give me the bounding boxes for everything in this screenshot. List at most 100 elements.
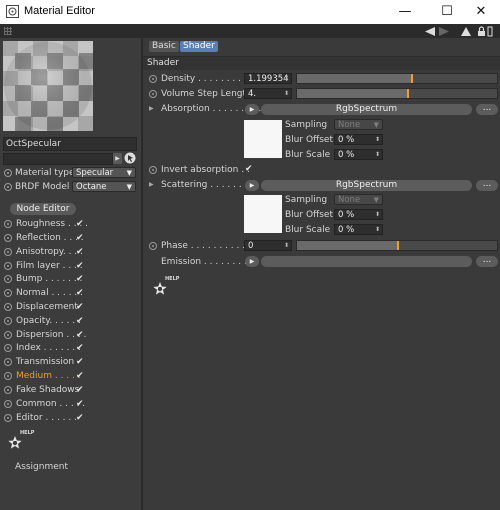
channel-checkbox[interactable]: ✔ xyxy=(76,343,84,353)
radio-icon[interactable] xyxy=(4,331,12,339)
spinner-icon[interactable]: ⬍ xyxy=(375,135,380,145)
density-slider[interactable] xyxy=(296,73,498,84)
scattering-blur-scale-input[interactable]: 0 % ⬍ xyxy=(334,224,383,235)
brdf-dropdown[interactable]: Octane ▼ xyxy=(72,181,136,192)
channel-label: Reflection xyxy=(16,233,61,243)
brdf-label: BRDF Model xyxy=(15,182,70,192)
radio-icon[interactable] xyxy=(4,220,12,228)
close-button[interactable]: ✕ xyxy=(462,0,500,24)
radio-icon[interactable] xyxy=(4,386,12,394)
scattering-blur-offset-input[interactable]: 0 % ⬍ xyxy=(334,209,383,220)
radio-icon[interactable] xyxy=(4,344,12,352)
lock-icon[interactable] xyxy=(478,26,485,36)
volume-input[interactable]: 4. ⬍ xyxy=(244,88,292,99)
phase-slider[interactable] xyxy=(296,240,498,251)
spinner-icon[interactable]: ⬍ xyxy=(284,241,289,251)
spinner-icon[interactable]: ⬍ xyxy=(375,225,380,235)
radio-icon[interactable] xyxy=(4,358,12,366)
density-input[interactable]: 1.199354 ⬍ xyxy=(244,73,292,84)
channel-label: Editor xyxy=(16,413,43,423)
spinner-icon[interactable]: ⬍ xyxy=(375,210,380,220)
assignment-label[interactable]: Assignment xyxy=(15,462,68,472)
scattering-preview-swatch[interactable] xyxy=(244,195,282,233)
phase-slider-knob[interactable] xyxy=(397,241,399,250)
channel-checkbox[interactable]: ✔ xyxy=(76,316,84,326)
expand-triangle-icon[interactable]: ▶ xyxy=(149,181,154,188)
absorption-more-button[interactable]: ... xyxy=(476,104,498,115)
absorption-sampling-dropdown[interactable]: None ▼ xyxy=(334,119,383,130)
channel-checkbox[interactable]: ✔ xyxy=(76,413,84,423)
scattering-more-button[interactable]: ... xyxy=(476,180,498,191)
channel-dots: . . . . . . . xyxy=(40,343,81,353)
scattering-sampling-dropdown[interactable]: None ▼ xyxy=(334,194,383,205)
material-preview[interactable] xyxy=(3,41,93,131)
minimize-button[interactable]: — xyxy=(386,0,424,24)
emission-shader-button[interactable] xyxy=(261,256,472,267)
invert-checkbox[interactable]: ✔ xyxy=(245,164,253,174)
brdf-radio[interactable] xyxy=(4,183,12,191)
material-name-field[interactable]: OctSpecular xyxy=(3,137,137,151)
spinner-icon[interactable]: ⬍ xyxy=(284,74,289,84)
channel-checkbox[interactable]: ✔ xyxy=(76,302,84,312)
channel-checkbox[interactable]: ✔ xyxy=(76,357,84,367)
density-radio[interactable] xyxy=(149,75,157,83)
channel-checkbox[interactable]: ✔ xyxy=(76,233,84,243)
phase-radio[interactable] xyxy=(149,242,157,250)
forward-arrow-icon[interactable] xyxy=(439,27,449,36)
channel-checkbox[interactable]: ✔ xyxy=(76,371,84,381)
channel-checkbox[interactable]: ✔ xyxy=(76,288,84,298)
up-arrow-icon[interactable] xyxy=(461,27,471,36)
back-arrow-icon[interactable] xyxy=(425,27,435,36)
absorption-blur-offset-input[interactable]: 0 % ⬍ xyxy=(334,134,383,145)
spinner-icon[interactable]: ⬍ xyxy=(284,89,289,99)
radio-icon[interactable] xyxy=(4,400,12,408)
tab-shader[interactable]: Shader xyxy=(180,41,218,52)
density-slider-knob[interactable] xyxy=(411,74,413,83)
channel-checkbox[interactable]: ✔ xyxy=(76,247,84,257)
radio-icon[interactable] xyxy=(4,275,12,283)
channel-checkbox[interactable]: ✔ xyxy=(76,219,84,229)
invert-radio[interactable] xyxy=(149,166,157,174)
scattering-arrow-button[interactable]: ▶ xyxy=(245,180,259,191)
material-type-dropdown[interactable]: Specular ▼ xyxy=(72,167,136,178)
expand-icon[interactable] xyxy=(487,26,493,37)
radio-icon[interactable] xyxy=(4,414,12,422)
spinner-icon[interactable]: ⬍ xyxy=(375,150,380,160)
absorption-shader-button[interactable]: RgbSpectrum xyxy=(261,104,472,115)
channel-checkbox[interactable]: ✔ xyxy=(76,274,84,284)
phase-input[interactable]: 0 ⬍ xyxy=(244,240,292,251)
absorption-blur-scale-input[interactable]: 0 % ⬍ xyxy=(334,149,383,160)
radio-icon[interactable] xyxy=(4,262,12,270)
scattering-blur-offset-label: Blur Offset xyxy=(285,210,333,220)
volume-slider[interactable] xyxy=(296,88,498,99)
expand-triangle-icon[interactable]: ▶ xyxy=(149,105,154,112)
channel-checkbox[interactable]: ✔ xyxy=(76,261,84,271)
channel-checkbox[interactable]: ✔ xyxy=(76,399,84,409)
emission-more-button[interactable]: ... xyxy=(476,256,498,267)
channel-checkbox[interactable]: ✔ xyxy=(76,330,84,340)
octane-help-icon[interactable]: HELP xyxy=(149,274,183,300)
scattering-shader-button[interactable]: RgbSpectrum xyxy=(261,180,472,191)
material-type-radio[interactable] xyxy=(4,169,12,177)
app-icon xyxy=(6,5,19,18)
absorption-arrow-button[interactable]: ▶ xyxy=(245,104,259,115)
volume-slider-knob[interactable] xyxy=(407,89,409,98)
radio-icon[interactable] xyxy=(4,248,12,256)
radio-icon[interactable] xyxy=(4,303,12,311)
maximize-button[interactable]: ☐ xyxy=(428,0,466,24)
octane-help-icon[interactable]: HELP xyxy=(4,428,38,454)
radio-icon[interactable] xyxy=(4,372,12,380)
absorption-preview-swatch[interactable] xyxy=(244,120,282,158)
emission-arrow-button[interactable]: ▶ xyxy=(245,256,259,267)
volume-radio[interactable] xyxy=(149,90,157,98)
tab-basic[interactable]: Basic xyxy=(149,41,179,52)
cursor-pick-icon[interactable] xyxy=(124,152,136,164)
radio-icon[interactable] xyxy=(4,289,12,297)
radio-icon[interactable] xyxy=(4,234,12,242)
channel-checkbox[interactable]: ✔ xyxy=(76,385,84,395)
node-editor-button[interactable]: Node Editor xyxy=(10,203,76,215)
arrow-button[interactable]: ▶ xyxy=(113,153,122,164)
grip-icon[interactable] xyxy=(4,27,12,35)
search-field[interactable] xyxy=(3,153,113,165)
radio-icon[interactable] xyxy=(4,317,12,325)
